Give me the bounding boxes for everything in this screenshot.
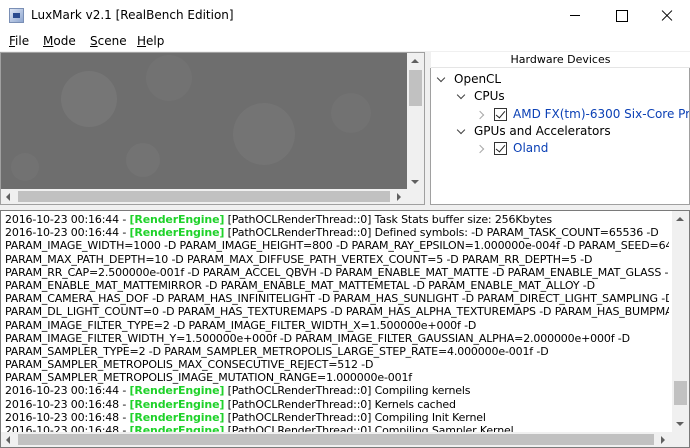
render-blob	[11, 153, 39, 181]
log-message: PARAM_MAX_PATH_DEPTH=10 -D PARAM_MAX_DIF…	[5, 252, 593, 266]
render-vscroll-thumb[interactable]	[409, 70, 422, 106]
log-vertical-scrollbar[interactable]	[672, 211, 689, 432]
log-message: PARAM_IMAGE_FILTER_TYPE=2 -D PARAM_IMAGE…	[5, 318, 477, 332]
log-tag: [RenderEngine]	[129, 384, 225, 398]
chevron-right-icon[interactable]	[477, 140, 487, 157]
log-message: PARAM_SAMPLER_METROPOLIS_MAX_CONSECUTIVE…	[5, 358, 374, 372]
log-message: PARAM_IMAGE_FILTER_WIDTH_Y=1.500000e+000…	[5, 331, 630, 345]
render-blob	[146, 55, 192, 101]
menu-bar: File Mode Scene Help	[0, 31, 690, 51]
hardware-devices-tree: OpenCL CPUs AMD FX(tm)-6300 Six-Core Pr.…	[430, 68, 690, 205]
log-timestamp: 2016-10-23 00:16:44 -	[5, 213, 130, 226]
scroll-left-icon[interactable]	[6, 436, 10, 444]
log-line: PARAM_IMAGE_WIDTH=1000 -D PARAM_IMAGE_HE…	[5, 239, 669, 252]
minimize-button[interactable]	[552, 0, 598, 31]
log-line: 2016-10-23 00:16:44 - [RenderEngine] [Pa…	[5, 384, 669, 397]
scroll-down-icon[interactable]	[411, 180, 419, 184]
log-message: [PathOCLRenderThread::0] Compiling Init …	[224, 410, 486, 424]
log-horizontal-scrollbar[interactable]	[1, 432, 672, 447]
render-blob	[331, 93, 371, 133]
scrollbar-corner	[672, 432, 689, 447]
log-tag: [RenderEngine]	[129, 213, 225, 226]
log-message: PARAM_SAMPLER_METROPOLIS_IMAGE_MUTATION_…	[5, 371, 413, 385]
log-line: PARAM_MAX_PATH_DEPTH=10 -D PARAM_MAX_DIF…	[5, 253, 669, 266]
log-line: 2016-10-23 00:16:44 - [RenderEngine] [Pa…	[5, 226, 669, 239]
render-vertical-scrollbar[interactable]	[407, 53, 424, 189]
log-message: [PathOCLRenderThread::0] Kernels cached	[224, 397, 456, 411]
log-tag: [RenderEngine]	[129, 410, 225, 424]
menu-help[interactable]: Help	[137, 34, 164, 49]
menu-scene[interactable]: Scene	[90, 34, 127, 49]
render-blob	[61, 71, 117, 127]
render-hscroll-thumb[interactable]	[18, 191, 390, 202]
log-line: PARAM_CAMERA_HAS_DOF -D PARAM_HAS_INFINI…	[5, 292, 669, 305]
log-line: PARAM_SAMPLER_METROPOLIS_MAX_CONSECUTIVE…	[5, 358, 669, 371]
log-timestamp: 2016-10-23 00:16:48 -	[5, 397, 130, 411]
tree-item-gpus[interactable]: GPUs and Accelerators	[431, 123, 689, 140]
maximize-button[interactable]	[598, 0, 644, 31]
tree-item-cpu-device[interactable]: AMD FX(tm)-6300 Six-Core Pr...	[431, 106, 689, 123]
hardware-devices-header[interactable]: Hardware Devices	[431, 52, 690, 68]
luxmark-app-icon	[9, 8, 24, 23]
chevron-down-icon[interactable]	[437, 71, 447, 88]
log-message: PARAM_IMAGE_WIDTH=1000 -D PARAM_IMAGE_HE…	[5, 239, 669, 253]
close-button[interactable]	[644, 0, 690, 31]
menu-mode[interactable]: Mode	[43, 34, 76, 49]
log-panel: 2016-10-23 00:16:44 - [RenderEngine] [Pa…	[0, 210, 690, 448]
log-hscroll-thumb[interactable]	[18, 434, 654, 445]
chevron-down-icon[interactable]	[457, 88, 467, 105]
scroll-left-icon[interactable]	[6, 193, 10, 201]
log-line: PARAM_IMAGE_FILTER_TYPE=2 -D PARAM_IMAGE…	[5, 319, 669, 332]
scroll-right-icon[interactable]	[397, 193, 401, 201]
render-blob	[126, 143, 160, 177]
log-message: PARAM_ENABLE_MAT_MATTEMIRROR -D PARAM_EN…	[5, 278, 595, 292]
log-timestamp: 2016-10-23 00:16:48 -	[5, 410, 130, 424]
gpu-device-checkbox[interactable]	[494, 142, 507, 155]
log-line: 2016-10-23 00:16:44 - [RenderEngine] [Pa…	[5, 213, 669, 226]
log-line: PARAM_SAMPLER_TYPE=2 -D PARAM_SAMPLER_ME…	[5, 345, 669, 358]
log-message: PARAM_DL_LIGHT_COUNT=0 -D PARAM_HAS_TEXT…	[5, 305, 669, 319]
render-preview[interactable]	[1, 53, 407, 189]
render-blob	[233, 103, 295, 165]
log-message: [PathOCLRenderThread::0] Task Stats buff…	[224, 213, 553, 226]
chevron-down-icon[interactable]	[457, 123, 467, 140]
tree-item-opencl[interactable]: OpenCL	[431, 71, 689, 88]
log-message: [PathOCLRenderThread::0] Compiling kerne…	[224, 384, 471, 398]
log-message: PARAM_RR_CAP=2.500000e-001f -D PARAM_ACC…	[5, 265, 669, 279]
tree-item-gpu-device[interactable]: Oland	[431, 140, 689, 157]
scroll-down-icon[interactable]	[676, 422, 684, 426]
log-vscroll-thumb[interactable]	[674, 381, 687, 405]
render-horizontal-scrollbar[interactable]	[1, 189, 407, 204]
log-line: PARAM_DL_LIGHT_COUNT=0 -D PARAM_HAS_TEXT…	[5, 305, 669, 318]
log-line: PARAM_RR_CAP=2.500000e-001f -D PARAM_ACC…	[5, 266, 669, 279]
log-line: PARAM_SAMPLER_METROPOLIS_IMAGE_MUTATION_…	[5, 371, 669, 384]
log-line: 2016-10-23 00:16:48 - [RenderEngine] [Pa…	[5, 411, 669, 424]
log-message: [PathOCLRenderThread::0] Defined symbols…	[224, 226, 659, 240]
log-text-area[interactable]: 2016-10-23 00:16:44 - [RenderEngine] [Pa…	[5, 213, 669, 433]
scroll-up-icon[interactable]	[411, 59, 419, 63]
log-line: PARAM_IMAGE_FILTER_WIDTH_Y=1.500000e+000…	[5, 332, 669, 345]
log-line: PARAM_ENABLE_MAT_MATTEMIRROR -D PARAM_EN…	[5, 279, 669, 292]
chevron-right-icon[interactable]	[477, 106, 487, 123]
tree-item-cpus[interactable]: CPUs	[431, 88, 689, 105]
log-message: PARAM_SAMPLER_TYPE=2 -D PARAM_SAMPLER_ME…	[5, 344, 549, 358]
scroll-up-icon[interactable]	[676, 217, 684, 221]
title-bar[interactable]: LuxMark v2.1 [RealBench Edition]	[0, 0, 690, 31]
cpu-device-checkbox[interactable]	[494, 108, 507, 121]
log-timestamp: 2016-10-23 00:16:44 -	[5, 384, 130, 398]
menu-file[interactable]: File	[9, 34, 29, 49]
log-tag: [RenderEngine]	[129, 226, 225, 240]
log-message: PARAM_CAMERA_HAS_DOF -D PARAM_HAS_INFINI…	[5, 292, 669, 306]
scrollbar-corner	[407, 189, 424, 204]
window-title: LuxMark v2.1 [RealBench Edition]	[31, 8, 234, 22]
log-timestamp: 2016-10-23 00:16:44 -	[5, 226, 130, 240]
scroll-right-icon[interactable]	[661, 436, 665, 444]
log-line: 2016-10-23 00:16:48 - [RenderEngine] [Pa…	[5, 398, 669, 411]
render-panel	[0, 52, 425, 205]
log-tag: [RenderEngine]	[129, 397, 225, 411]
